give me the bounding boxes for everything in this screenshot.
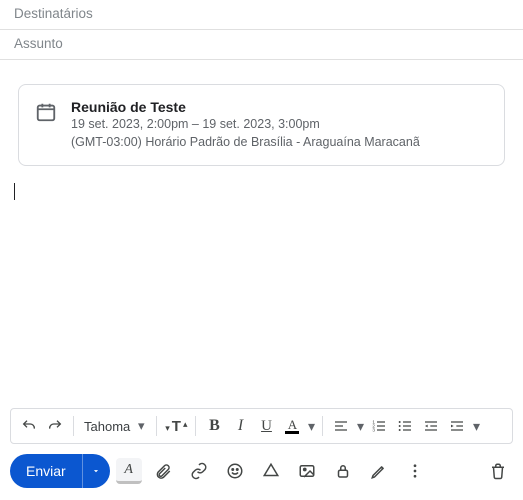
insert-emoji-button[interactable] xyxy=(220,456,250,486)
insert-photo-button[interactable] xyxy=(292,456,322,486)
discard-draft-button[interactable] xyxy=(483,456,513,486)
numbered-list-button[interactable]: 123 xyxy=(367,413,391,439)
calendar-event-card[interactable]: Reunião de Teste 19 set. 2023, 2:00pm – … xyxy=(18,84,505,166)
separator xyxy=(156,416,157,436)
confidential-mode-button[interactable] xyxy=(328,456,358,486)
separator xyxy=(322,416,323,436)
chevron-down-icon[interactable]: ▾ xyxy=(355,418,365,435)
bold-button[interactable]: B xyxy=(202,413,226,439)
event-timezone: (GMT-03:00) Horário Padrão de Brasília -… xyxy=(71,133,420,151)
send-button-group: Enviar xyxy=(10,454,110,488)
calendar-icon xyxy=(35,101,57,151)
separator xyxy=(73,416,74,436)
send-options-button[interactable] xyxy=(82,454,110,488)
chevron-down-icon: ▾ xyxy=(136,418,146,434)
font-family-select[interactable]: Tahoma ▾ xyxy=(80,413,150,439)
event-details: Reunião de Teste 19 set. 2023, 2:00pm – … xyxy=(71,99,420,151)
indent-more-button[interactable] xyxy=(445,413,469,439)
more-options-button[interactable] xyxy=(400,456,430,486)
insert-signature-button[interactable] xyxy=(364,456,394,486)
text-style-button[interactable]: A xyxy=(116,458,142,484)
insert-drive-button[interactable] xyxy=(256,456,286,486)
text-color-button[interactable]: A xyxy=(280,413,304,439)
underline-button[interactable]: U xyxy=(254,413,278,439)
message-body[interactable] xyxy=(0,178,523,204)
font-size-button[interactable]: ▾ T ▴ xyxy=(163,413,189,439)
attach-file-button[interactable] xyxy=(148,456,178,486)
italic-button[interactable]: I xyxy=(228,413,252,439)
subject-field[interactable]: Assunto xyxy=(0,30,523,60)
svg-text:3: 3 xyxy=(373,427,376,432)
chevron-down-icon[interactable]: ▾ xyxy=(306,418,316,435)
text-cursor xyxy=(14,183,15,200)
event-title: Reunião de Teste xyxy=(71,99,420,115)
recipients-field[interactable]: Destinatários xyxy=(0,0,523,30)
event-time: 19 set. 2023, 2:00pm – 19 set. 2023, 3:0… xyxy=(71,115,420,133)
separator xyxy=(195,416,196,436)
formatting-toolbar: Tahoma ▾ ▾ T ▴ B I U A ▾ ▾ 123 xyxy=(10,408,513,444)
align-button[interactable] xyxy=(329,413,353,439)
redo-button[interactable] xyxy=(43,413,67,439)
indent-less-button[interactable] xyxy=(419,413,443,439)
chevron-down-icon[interactable]: ▾ xyxy=(471,418,481,435)
insert-link-button[interactable] xyxy=(184,456,214,486)
font-name-label: Tahoma xyxy=(84,419,130,434)
undo-button[interactable] xyxy=(17,413,41,439)
send-row: Enviar A xyxy=(10,454,513,488)
bullet-list-button[interactable] xyxy=(393,413,417,439)
bottom-toolbars: Tahoma ▾ ▾ T ▴ B I U A ▾ ▾ 123 xyxy=(0,402,523,500)
send-button[interactable]: Enviar xyxy=(10,454,82,488)
